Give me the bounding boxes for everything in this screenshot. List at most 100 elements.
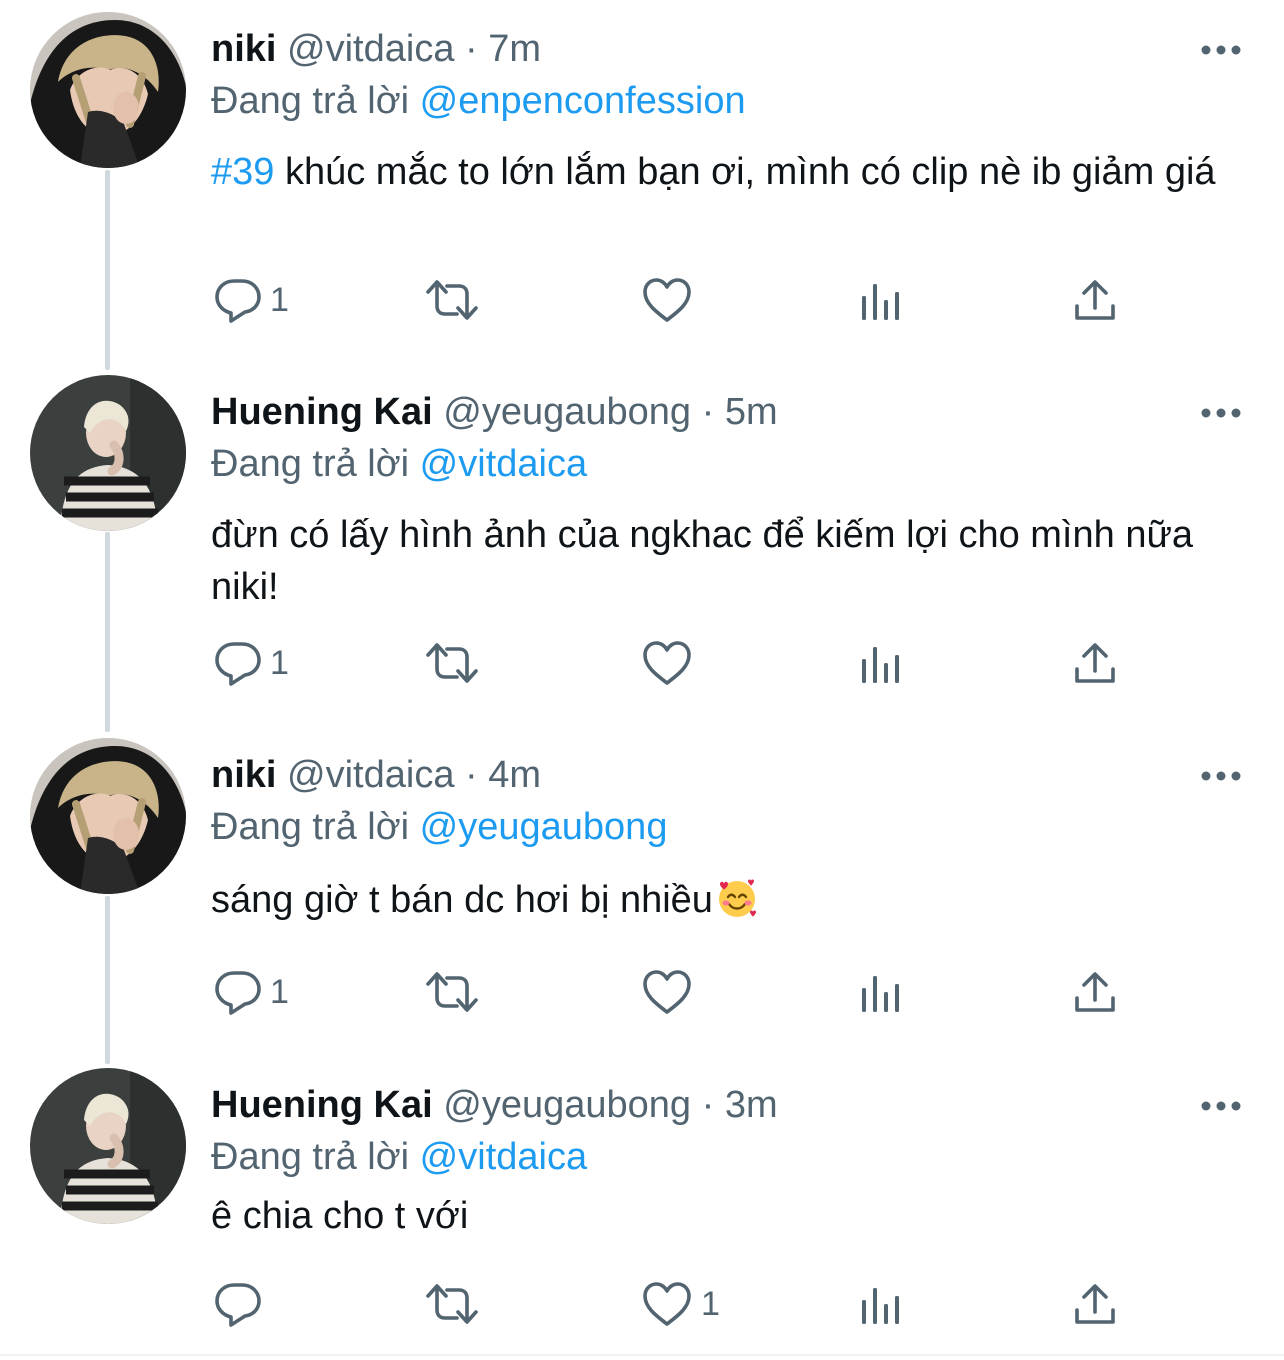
tweet-header: Huening Kai @yeugaubong · 3m — [211, 1082, 778, 1128]
avatar[interactable] — [30, 375, 186, 531]
reply-icon — [214, 639, 262, 687]
retweet-icon — [424, 639, 480, 687]
more-options-button[interactable] — [1200, 40, 1242, 60]
reply-button[interactable]: 1 — [214, 633, 289, 693]
more-options-icon — [1200, 1096, 1242, 1116]
share-button[interactable] — [1073, 962, 1117, 1022]
tweet-text: sáng giờ t bán dc hơi bị nhiều — [211, 874, 1231, 926]
more-options-button[interactable] — [1200, 403, 1242, 423]
reply-icon — [214, 1280, 262, 1328]
like-button[interactable]: 1 — [641, 1274, 720, 1334]
tweet-text-content: ê chia cho t với — [211, 1195, 469, 1237]
retweet-button[interactable] — [424, 962, 488, 1022]
display-name[interactable]: Huening Kai — [211, 391, 433, 433]
retweet-button[interactable] — [424, 633, 488, 693]
tweet-text-content: đừn có lấy hình ảnh của ngkhac để kiếm l… — [211, 514, 1194, 608]
more-options-button[interactable] — [1200, 766, 1242, 786]
share-button[interactable] — [1073, 270, 1117, 330]
reply-thread: niki @vitdaica · 7m Đang trả lời @enpenc… — [0, 0, 1284, 1360]
like-count: 1 — [701, 1285, 720, 1323]
tweet-header: Huening Kai @yeugaubong · 5m — [211, 389, 778, 435]
avatar[interactable] — [30, 1068, 186, 1224]
tweet[interactable]: Huening Kai @yeugaubong · 3m Đang trả lờ… — [0, 1068, 1284, 1353]
share-button[interactable] — [1073, 1274, 1117, 1334]
analytics-button[interactable] — [860, 1274, 904, 1334]
replying-to-mention[interactable]: @enpenconfession — [420, 80, 746, 122]
share-icon — [1073, 641, 1117, 685]
share-icon — [1073, 970, 1117, 1014]
replying-prefix: Đang trả lời — [211, 806, 410, 848]
user-handle[interactable]: @vitdaica — [287, 28, 454, 70]
timestamp[interactable]: 5m — [725, 391, 778, 433]
share-icon — [1073, 278, 1117, 322]
analytics-button[interactable] — [860, 270, 904, 330]
analytics-icon — [860, 278, 904, 322]
replying-to-mention[interactable]: @vitdaica — [420, 1136, 587, 1178]
retweet-icon — [424, 1280, 480, 1328]
user-handle[interactable]: @yeugaubong — [443, 391, 691, 433]
reply-count: 1 — [270, 281, 289, 319]
reply-button[interactable]: 1 — [214, 962, 289, 1022]
reply-button[interactable]: 1 — [214, 270, 289, 330]
profile-photo-striped-sweater-icon — [30, 1068, 186, 1224]
timestamp[interactable]: 4m — [488, 754, 541, 796]
action-bar: 1 — [0, 962, 1284, 1022]
profile-photo-striped-sweater-icon — [30, 375, 186, 531]
avatar[interactable] — [30, 12, 186, 168]
like-icon — [641, 276, 693, 324]
reply-count: 1 — [270, 644, 289, 682]
tweet-text: đừn có lấy hình ảnh của ngkhac để kiếm l… — [211, 509, 1231, 613]
user-handle[interactable]: @yeugaubong — [443, 1084, 691, 1126]
action-bar: 1 — [0, 1274, 1284, 1334]
replying-to-line: Đang trả lời @vitdaica — [211, 1134, 587, 1180]
like-icon — [641, 1280, 693, 1328]
reply-icon — [214, 968, 262, 1016]
like-icon — [641, 639, 693, 687]
reply-count: 1 — [270, 973, 289, 1011]
replying-to-mention[interactable]: @vitdaica — [420, 443, 587, 485]
replying-to-line: Đang trả lời @yeugaubong — [211, 804, 667, 850]
replying-to-line: Đang trả lời @vitdaica — [211, 441, 587, 487]
more-options-icon — [1200, 766, 1242, 786]
more-options-button[interactable] — [1200, 1096, 1242, 1116]
avatar[interactable] — [30, 738, 186, 894]
analytics-icon — [860, 970, 904, 1014]
analytics-icon — [860, 1282, 904, 1326]
analytics-button[interactable] — [860, 962, 904, 1022]
replying-to-mention[interactable]: @yeugaubong — [420, 806, 668, 848]
analytics-button[interactable] — [860, 633, 904, 693]
separator-dot: · — [701, 1084, 715, 1126]
smiling-face-with-hearts-icon — [715, 876, 759, 920]
more-options-icon — [1200, 403, 1242, 423]
user-handle[interactable]: @vitdaica — [287, 754, 454, 796]
display-name[interactable]: Huening Kai — [211, 1084, 433, 1126]
share-button[interactable] — [1073, 633, 1117, 693]
timestamp[interactable]: 7m — [488, 28, 541, 70]
replying-prefix: Đang trả lời — [211, 80, 410, 122]
tweet-text: ê chia cho t với — [211, 1190, 1231, 1242]
retweet-button[interactable] — [424, 1274, 488, 1334]
share-icon — [1073, 1282, 1117, 1326]
tweet-header: niki @vitdaica · 7m — [211, 26, 541, 72]
tweet[interactable]: Huening Kai @yeugaubong · 5m Đang trả lờ… — [0, 375, 1284, 715]
tweet-text-content: khúc mắc to lớn lắm bạn ơi, mình có clip… — [274, 151, 1216, 193]
action-bar: 1 — [0, 633, 1284, 693]
divider — [0, 1354, 1284, 1356]
tweet[interactable]: niki @vitdaica · 4m Đang trả lời @yeugau… — [0, 738, 1284, 1058]
retweet-icon — [424, 968, 480, 1016]
like-icon — [641, 968, 693, 1016]
like-button[interactable] — [641, 270, 701, 330]
display-name[interactable]: niki — [211, 754, 276, 796]
timestamp[interactable]: 3m — [725, 1084, 778, 1126]
replying-prefix: Đang trả lời — [211, 1136, 410, 1178]
hashtag-link[interactable]: #39 — [211, 151, 274, 193]
action-bar: 1 — [0, 270, 1284, 330]
display-name[interactable]: niki — [211, 28, 276, 70]
tweet[interactable]: niki @vitdaica · 7m Đang trả lời @enpenc… — [0, 12, 1284, 352]
retweet-button[interactable] — [424, 270, 488, 330]
tweet-text-content: sáng giờ t bán dc hơi bị nhiều — [211, 879, 713, 921]
like-button[interactable] — [641, 633, 701, 693]
like-button[interactable] — [641, 962, 701, 1022]
reply-button[interactable] — [214, 1274, 270, 1334]
reply-icon — [214, 276, 262, 324]
